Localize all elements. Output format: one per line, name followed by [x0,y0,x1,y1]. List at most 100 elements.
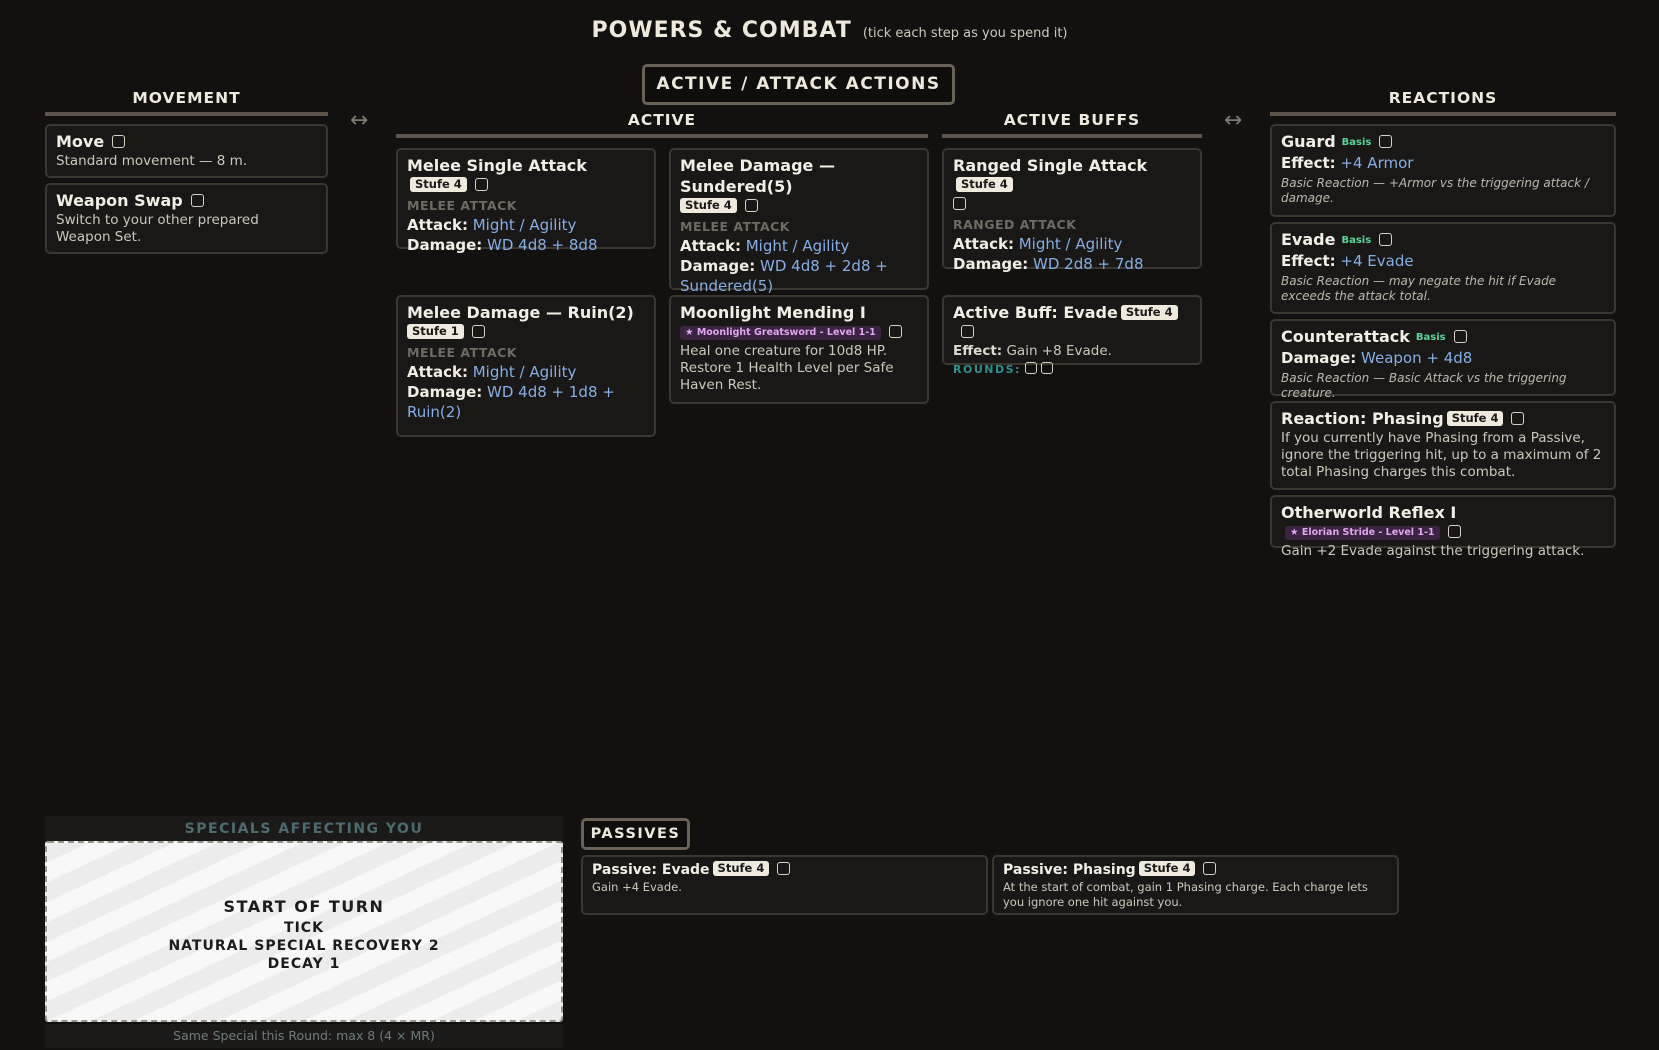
melee-sundered-card: Melee Damage — Sundered(5) Stufe 4 MELEE… [669,148,929,295]
passive-evade-name: Passive: Evade [592,862,710,878]
basis-badge: Basis [1341,137,1372,148]
attack-value: Might / Agility [1018,235,1123,253]
attack-value: Might / Agility [472,363,577,381]
basis-badge: Basis [1415,332,1446,343]
guard-card: Guard Basis Effect: +4 Armor Basic Reacti… [1270,124,1616,217]
swap-arrow-icon: ↔ [350,108,369,133]
ranged-single-checkbox[interactable] [953,197,966,210]
active-header: ACTIVE [396,111,928,138]
moonlight-name: Moonlight Mending I [680,303,866,322]
melee-ruin-checkbox[interactable] [471,325,485,338]
counterattack-damage: Weapon + 4d8 [1361,349,1473,367]
effect-label: Effect: [1281,154,1336,172]
stufe-badge: Stufe 1 [407,324,464,339]
stufe-badge: Stufe 4 [1138,861,1196,876]
damage-label: Damage: [953,255,1029,273]
active-buffs-header: ACTIVE BUFFS [942,111,1202,138]
buff-evade-checkbox[interactable] [961,325,974,338]
weapon-swap-name: Weapon Swap [56,191,183,210]
melee-sundered-checkbox[interactable] [744,199,758,212]
passive-phasing-card: Passive: Phasing Stufe 4 At the start of … [992,855,1399,915]
counterattack-name: Counterattack [1281,327,1410,346]
reaction-phasing-name: Reaction: Phasing [1281,409,1444,428]
melee-ruin-card: Melee Damage — Ruin(2) Stufe 1 MELEE ATT… [396,295,656,437]
swap-arrow-icon: ↔ [1224,108,1243,133]
buff-evade-effect: Gain +8 Evade. [1006,343,1112,359]
stufe-badge: Stufe 4 [410,177,467,192]
reaction-phasing-checkbox[interactable] [1511,412,1525,425]
specials-header: SPECIALS AFFECTING YOU [45,816,563,843]
ranged-single-attack-card: Ranged Single Attack Stufe 4 RANGED ATTAC… [942,148,1202,273]
evade-name: Evade [1281,230,1336,249]
specials-recovery: NATURAL SPECIAL RECOVERY 2 [168,938,440,954]
counterattack-note: Basic Reaction — Basic Attack vs the tri… [1281,371,1567,400]
otherworld-name: Otherworld Reflex I [1281,503,1457,522]
passive-evade-checkbox[interactable] [777,862,791,875]
otherworld-checkbox[interactable] [1447,525,1461,538]
damage-label: Damage: [1281,349,1357,367]
actions-header: ACTIVE / ATTACK ACTIONS [642,64,955,105]
otherworld-desc: Gain +2 Evade against the triggering att… [1281,543,1585,559]
counterattack-card: Counterattack Basis Damage: Weapon + 4d8 … [1270,319,1616,400]
melee-single-checkbox[interactable] [474,178,488,191]
stufe-badge: Stufe 4 [1120,305,1178,320]
damage-label: Damage: [407,383,483,401]
damage-label: Damage: [407,236,483,254]
guard-name: Guard [1281,132,1336,151]
move-card: Move Standard movement — 8 m. [45,124,328,178]
specials-tick: TICK [284,920,324,936]
attack-value: Might / Agility [745,237,850,255]
effect-label: Effect: [953,343,1003,359]
stufe-badge: Stufe 4 [956,177,1013,192]
move-desc: Standard movement — 8 m. [56,153,248,169]
attack-value: Might / Agility [472,216,577,234]
attack-label: Attack: [953,235,1014,253]
guard-effect: +4 Armor [1340,154,1414,172]
round-2-checkbox[interactable] [1040,362,1053,374]
passive-phasing-checkbox[interactable] [1203,862,1217,875]
damage-label: Damage: [680,257,756,275]
attack-label: Attack: [407,216,468,234]
melee-single-attack-card: Melee Single AttackStufe 4 MELEE ATTACK … [396,148,656,254]
round-1-checkbox[interactable] [1024,362,1037,374]
passives-header: PASSIVES [581,818,690,850]
melee-sundered-name: Melee Damage — Sundered(5) [680,156,835,196]
page-subtitle: (tick each step as you spend it) [862,26,1068,41]
damage-value: WD 4d8 + 8d8 [487,236,598,254]
stufe-badge: Stufe 4 [1446,411,1504,426]
counterattack-checkbox[interactable] [1453,330,1467,343]
attack-type: RANGED ATTACK [953,217,1077,232]
melee-single-name: Melee Single Attack [407,156,587,175]
stufe-badge: Stufe 4 [680,198,737,213]
specials-start-of-turn: START OF TURN [223,897,385,916]
specials-footer: Same Special this Round: max 8 (4 × MR) [45,1024,563,1048]
movement-header: MOVEMENT [45,89,328,116]
attack-label: Attack: [680,237,741,255]
move-name: Move [56,132,105,151]
source-badge: ★ Moonlight Greatsword - Level 1-1 [680,326,881,340]
specials-box: START OF TURN TICK NATURAL SPECIAL RECOV… [45,841,563,1022]
attack-type: MELEE ATTACK [407,345,517,360]
move-checkbox[interactable] [112,135,126,148]
page-title-text: POWERS & COMBAT [591,18,852,43]
moonlight-mending-card: Moonlight Mending I ★ Moonlight Greatswo… [669,295,929,404]
stufe-badge: Stufe 4 [712,861,770,876]
moonlight-desc: Heal one creature for 10d8 HP. Restore 1… [680,343,894,393]
evade-card: Evade Basis Effect: +4 Evade Basic Reacti… [1270,222,1616,314]
rounds-label: ROUNDS: [953,363,1021,376]
page-title: POWERS & COMBAT (tick each step as you s… [0,18,1659,43]
guard-checkbox[interactable] [1379,135,1393,148]
moonlight-checkbox[interactable] [888,325,902,338]
passive-phasing-desc: At the start of combat, gain 1 Phasing c… [1003,880,1368,909]
ranged-single-name: Ranged Single Attack [953,156,1148,175]
melee-ruin-name: Melee Damage — Ruin(2) [407,303,634,322]
attack-type: MELEE ATTACK [680,219,790,234]
basis-badge: Basis [1341,235,1372,246]
weapon-swap-checkbox[interactable] [190,194,204,207]
source-badge: ★ Elorian Stride - Level 1-1 [1285,526,1440,540]
attack-label: Attack: [407,363,468,381]
active-buff-evade-card: Active Buff: Evade Stufe 4 Effect: Gain +… [942,295,1202,376]
evade-checkbox[interactable] [1379,233,1393,246]
otherworld-reflex-card: Otherworld Reflex I ★ Elorian Stride - Le… [1270,495,1616,559]
effect-label: Effect: [1281,252,1336,270]
